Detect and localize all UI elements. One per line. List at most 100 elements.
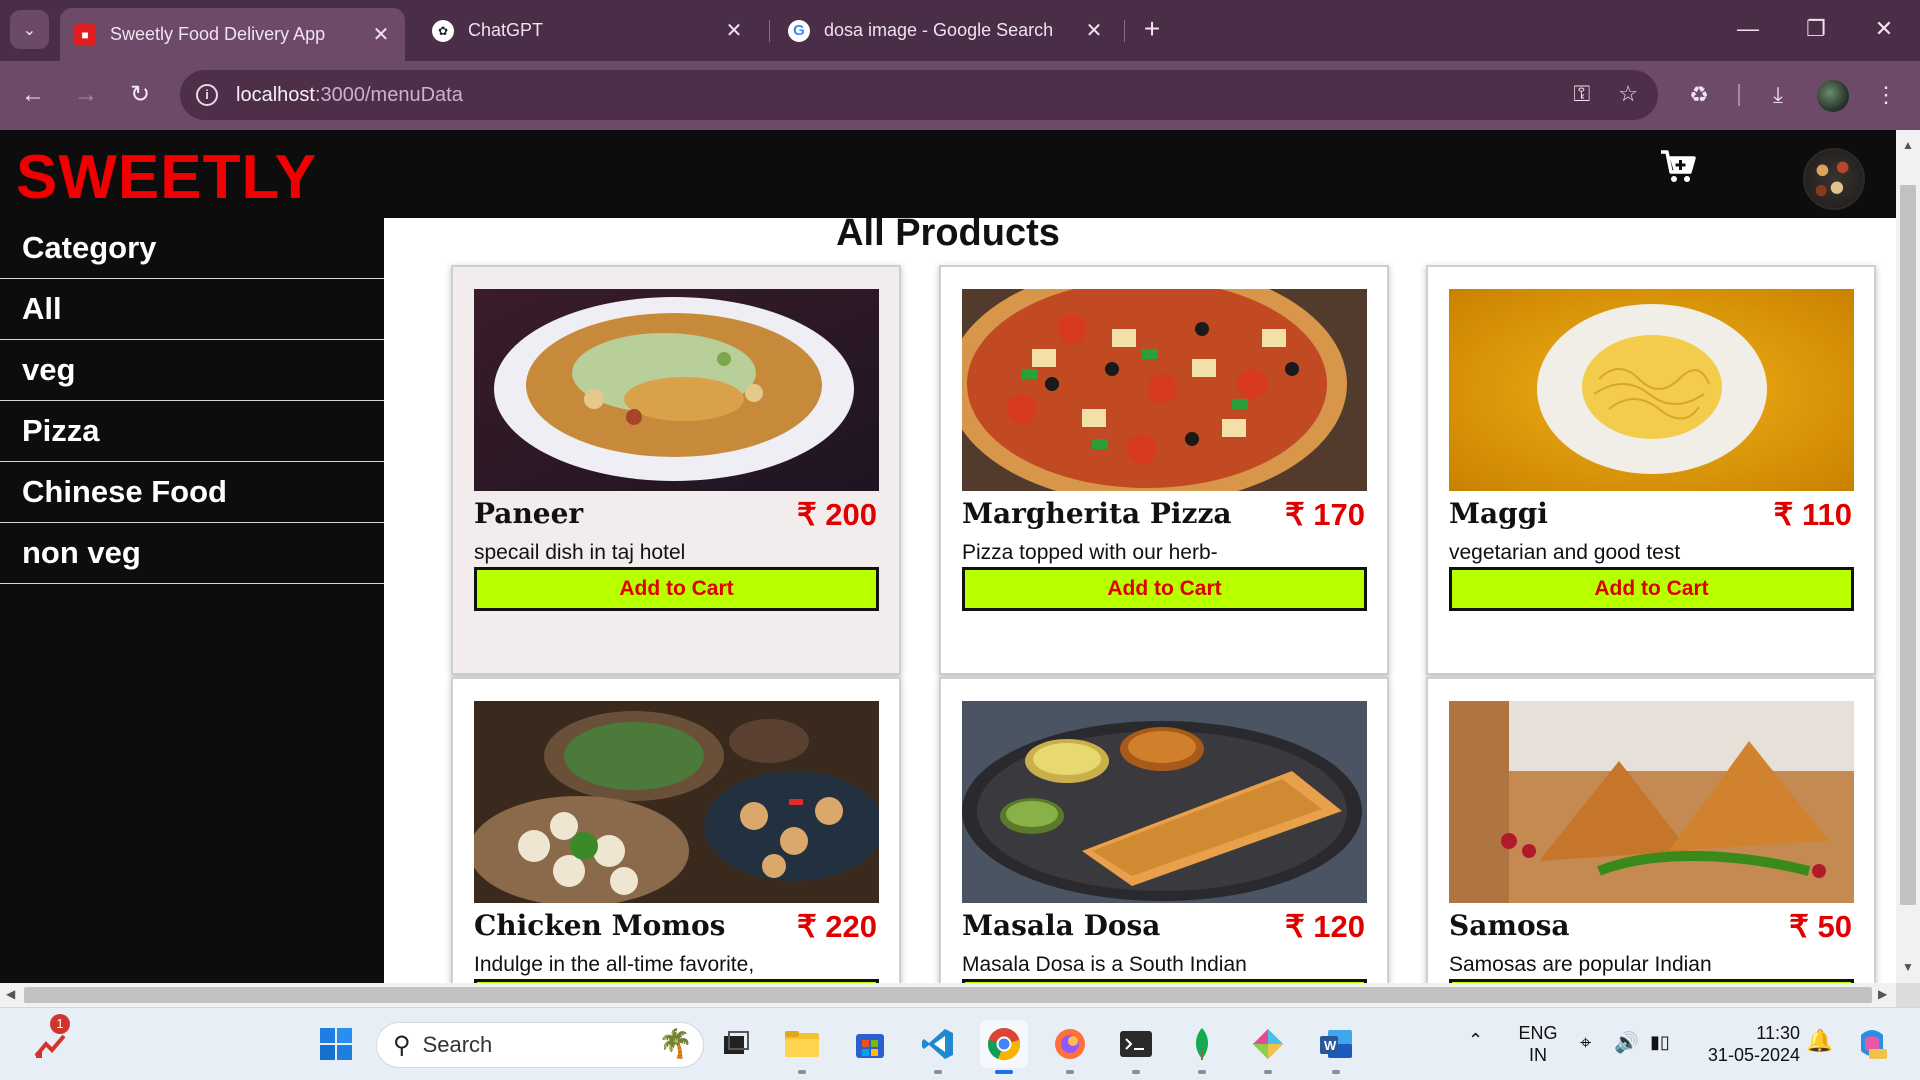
vertical-scrollbar[interactable]: ▲ ▼: [1896, 130, 1920, 983]
user-avatar[interactable]: [1803, 148, 1865, 210]
product-description: Pizza topped with our herb-: [962, 541, 1218, 564]
product-description: vegetarian and good test: [1449, 541, 1681, 564]
notification-bell-icon[interactable]: 🔔: [1806, 1028, 1833, 1054]
product-description: Masala Dosa is a South Indian: [962, 953, 1247, 976]
sidebar-item-pizza[interactable]: Pizza: [0, 401, 384, 462]
page-viewport: SWEETLY Category All veg Pizza Chinese F…: [0, 130, 1896, 983]
url-host: localhost: [236, 83, 315, 106]
copilot-icon[interactable]: [1848, 1020, 1896, 1068]
reload-button[interactable]: ↻: [122, 77, 158, 113]
firefox-icon[interactable]: [1046, 1020, 1094, 1074]
add-to-cart-button[interactable]: Add to Cart: [962, 567, 1367, 611]
hammock-search-highlight-icon: 🌴: [658, 1028, 693, 1059]
download-icon[interactable]: ⤓: [1762, 79, 1794, 111]
horizontal-scrollbar[interactable]: ◀ ▶: [0, 983, 1896, 1007]
product-image-maggi: [1449, 289, 1854, 491]
windows-start-icon[interactable]: [312, 1020, 360, 1068]
product-price: ₹ 200: [796, 497, 877, 532]
scroll-left-arrow-icon[interactable]: ◀: [6, 987, 15, 1001]
app-header: SWEETLY: [0, 130, 1896, 218]
product-name: Masala Dosa: [962, 909, 1161, 942]
url-path: :3000/menuData: [314, 83, 463, 106]
address-bar[interactable]: i localhost:3000/menuData ⚿ ☆: [180, 70, 1658, 120]
product-description: Samosas are popular Indian: [1449, 953, 1712, 976]
window-close-button[interactable]: ✕: [1864, 14, 1904, 46]
back-button[interactable]: ←: [15, 77, 51, 113]
close-icon[interactable]: ✕: [720, 18, 748, 43]
battery-icon[interactable]: ▮▯: [1650, 1032, 1670, 1053]
product-card: Chicken Momos ₹ 220 Indulge in the all-t…: [451, 677, 901, 983]
close-icon[interactable]: ✕: [1080, 18, 1108, 43]
tab-title: ChatGPT: [468, 20, 544, 40]
microsoft-word-icon[interactable]: W: [1312, 1020, 1360, 1074]
tab-title: Sweetly Food Delivery App: [110, 24, 326, 44]
terminal-icon[interactable]: [1112, 1020, 1160, 1074]
clock[interactable]: 11:30 31-05-2024: [1700, 1022, 1800, 1066]
products-section: All Products Paneer ₹ 200 specail dish i…: [384, 218, 1896, 983]
category-sidebar: Category All veg Pizza Chinese Food non …: [0, 218, 384, 983]
sidebar-item-non-veg[interactable]: non veg: [0, 523, 384, 584]
product-name: Paneer: [474, 497, 584, 530]
mongodb-compass-icon[interactable]: [1178, 1020, 1226, 1074]
sidebar-item-veg[interactable]: veg: [0, 340, 384, 401]
product-image-margherita-pizza: [962, 289, 1367, 491]
forward-button[interactable]: →: [68, 77, 104, 113]
stocks-widget-icon[interactable]: 1: [26, 1014, 74, 1068]
taskbar-search[interactable]: ⚲ Search 🌴: [376, 1022, 704, 1068]
restore-button[interactable]: ❐: [1796, 14, 1836, 46]
browser-profile-avatar[interactable]: [1817, 80, 1849, 112]
extensions-icon[interactable]: ♻: [1683, 79, 1715, 111]
scroll-down-arrow-icon[interactable]: ▼: [1902, 960, 1914, 974]
product-image-masala-dosa: [962, 701, 1367, 903]
tab-chatgpt[interactable]: ✿ ChatGPT ✕: [418, 8, 758, 53]
windows-taskbar: 1 ⚲ Search 🌴 W ⌃ ENG IN ⌖ 🔊 ▮▯ 11:30 31-…: [0, 1007, 1920, 1080]
gitkraken-icon[interactable]: [1244, 1020, 1292, 1074]
product-description: specail dish in taj hotel: [474, 541, 686, 564]
product-card: Maggi ₹ 110 vegetarian and good test Add…: [1426, 265, 1876, 675]
vertical-scroll-thumb[interactable]: [1900, 185, 1916, 905]
product-price: ₹ 110: [1773, 497, 1852, 532]
product-image-chicken-momos: [474, 701, 879, 903]
wifi-icon[interactable]: ⌖: [1580, 1032, 1591, 1055]
horizontal-scroll-thumb[interactable]: [24, 987, 1872, 1003]
tab-google-search[interactable]: G dosa image - Google Search ✕: [774, 8, 1118, 53]
microsoft-store-icon[interactable]: [846, 1020, 894, 1068]
tab-sweetly[interactable]: ■ Sweetly Food Delivery App ✕: [60, 8, 405, 61]
volume-icon[interactable]: 🔊: [1614, 1030, 1639, 1055]
scroll-up-arrow-icon[interactable]: ▲: [1902, 138, 1914, 152]
bookmark-star-icon[interactable]: ☆: [1618, 81, 1638, 107]
scroll-right-arrow-icon[interactable]: ▶: [1878, 987, 1887, 1001]
product-card: Samosa ₹ 50 Samosas are popular Indian A…: [1426, 677, 1876, 983]
language-label: ENG: [1518, 1023, 1558, 1043]
new-tab-button[interactable]: +: [1138, 14, 1166, 46]
file-explorer-icon[interactable]: [778, 1020, 826, 1074]
chrome-icon[interactable]: [980, 1020, 1028, 1074]
input-language-indicator[interactable]: ENG IN: [1516, 1022, 1560, 1066]
google-favicon-icon: G: [788, 19, 810, 42]
vscode-icon[interactable]: [914, 1020, 962, 1074]
tab-search-button[interactable]: ⌄: [10, 10, 49, 49]
site-info-icon[interactable]: i: [196, 84, 218, 106]
tab-separator: [769, 20, 770, 42]
sidebar-heading-category: Category: [0, 218, 384, 279]
notification-badge: 1: [50, 1014, 70, 1034]
product-card: Paneer ₹ 200 specail dish in taj hotel A…: [451, 265, 901, 675]
password-key-icon[interactable]: ⚿: [1574, 81, 1591, 107]
task-view-icon[interactable]: [712, 1020, 760, 1068]
tray-overflow-chevron-icon[interactable]: ⌃: [1468, 1030, 1483, 1051]
app-logo[interactable]: SWEETLY: [16, 142, 317, 213]
sweetly-favicon-icon: ■: [74, 23, 96, 46]
add-to-cart-icon[interactable]: [1658, 146, 1698, 186]
close-icon[interactable]: ✕: [367, 22, 395, 47]
sidebar-item-all[interactable]: All: [0, 279, 384, 340]
add-to-cart-button[interactable]: Add to Cart: [474, 567, 879, 611]
sidebar-item-chinese-food[interactable]: Chinese Food: [0, 462, 384, 523]
add-to-cart-button[interactable]: Add to Cart: [1449, 567, 1854, 611]
product-name: Samosa: [1449, 909, 1570, 942]
minimize-button[interactable]: —: [1728, 14, 1768, 46]
product-card: Margherita Pizza ₹ 170 Pizza topped with…: [939, 265, 1389, 675]
product-image-paneer: [474, 289, 879, 491]
menu-kebab-icon[interactable]: ⋮: [1870, 79, 1902, 111]
browser-toolbar: ← → ↻ i localhost:3000/menuData ⚿ ☆ ♻ ⤓ …: [0, 61, 1920, 130]
toolbar-divider: [1738, 84, 1740, 106]
